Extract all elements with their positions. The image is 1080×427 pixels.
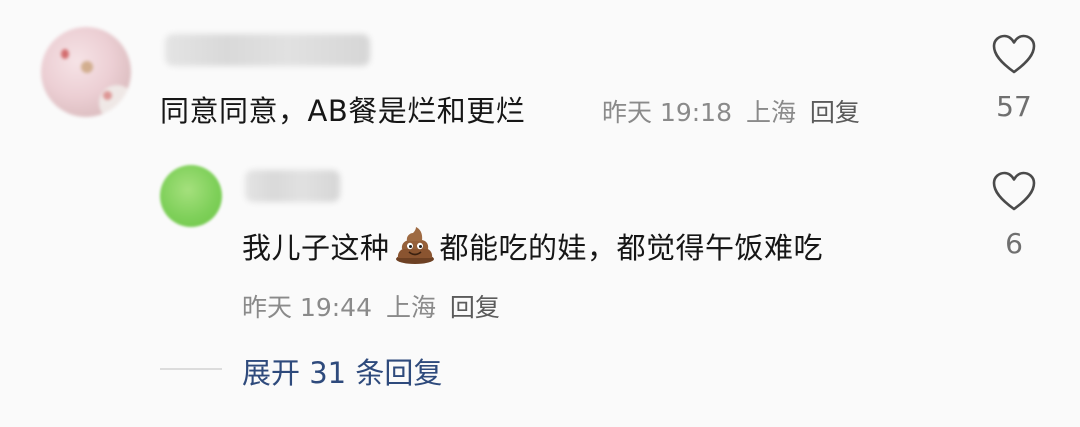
reply-text-after: 都能吃的娃，都觉得午饭难吃 (439, 231, 824, 265)
reply-meta: 昨天 19:44 上海 回复 (242, 288, 506, 324)
commenter-avatar[interactable] (41, 27, 131, 117)
reply-reply-button[interactable]: 回复 (450, 293, 500, 322)
comment-meta: 昨天 19:18 上海 回复 (602, 93, 866, 129)
heart-icon (992, 171, 1036, 211)
expand-replies-button[interactable]: 展开 31 条回复 (242, 350, 442, 392)
comment-text: 同意同意，AB餐是烂和更烂 (160, 94, 526, 128)
comment-like-count: 57 (996, 90, 1032, 123)
reply-like-button[interactable] (991, 170, 1037, 216)
reply-like-count: 6 (1005, 227, 1023, 260)
comment-reply-button[interactable]: 回复 (810, 98, 860, 127)
reply-location: 上海 (385, 293, 436, 322)
comment-like-button[interactable] (991, 33, 1037, 79)
comment-location: 上海 (745, 98, 796, 127)
reply-text-before: 我儿子这种 (242, 231, 390, 265)
expand-divider (160, 368, 222, 370)
reply-time: 昨天 19:44 (242, 293, 372, 322)
heart-icon (992, 34, 1036, 74)
commenter-name-blurred[interactable] (165, 34, 370, 66)
reply-text: 我儿子这种 都能吃的娃，都觉得午饭难吃 (242, 225, 823, 267)
poop-emoji-icon (395, 227, 434, 264)
replier-avatar[interactable] (160, 165, 222, 227)
replier-name-blurred[interactable] (245, 170, 340, 202)
comment-time: 昨天 19:18 (602, 98, 732, 127)
